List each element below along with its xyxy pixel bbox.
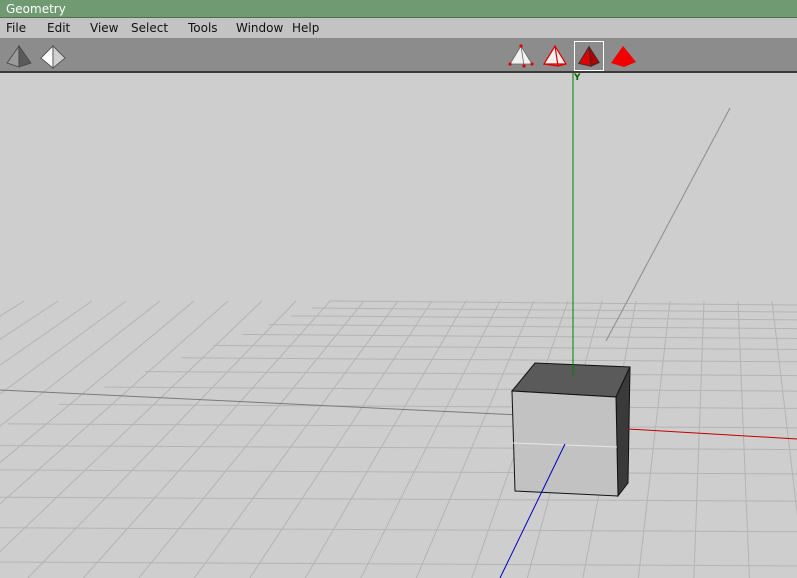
scene-canvas [0, 73, 797, 578]
grid-depth-line [0, 300, 229, 505]
grid-depth-line [0, 300, 59, 340]
grid-row-line [311, 307, 797, 313]
grid-depth-line [637, 300, 671, 578]
toolbar [0, 39, 797, 73]
grid-row-line [329, 300, 797, 306]
grid-row-line [0, 561, 797, 567]
grid-depth-line [249, 300, 433, 578]
window-title-bar: Geometry [0, 0, 797, 18]
menu-help[interactable]: Help [292, 18, 319, 39]
menu-file[interactable]: File [6, 18, 26, 39]
grid-row-line [0, 445, 797, 451]
grid-depth-line [0, 300, 25, 317]
wireframe-pyramid-icon [542, 44, 568, 67]
render-wireframe-button[interactable] [540, 41, 570, 71]
window-title: Geometry [6, 2, 66, 16]
grid-depth-line [82, 300, 331, 578]
grid-row-line [104, 386, 797, 392]
z-axis-far-line [605, 107, 731, 342]
grid-depth-line [138, 300, 365, 578]
grid-depth-line [0, 300, 93, 366]
grid-row-line [144, 371, 797, 377]
grid-depth-line [737, 300, 750, 578]
shaded-pyramid-button[interactable] [4, 41, 34, 71]
vertex-pyramid-icon [508, 44, 534, 68]
grid-row-line [291, 315, 797, 321]
solid-pyramid-icon [611, 46, 636, 67]
menu-window[interactable]: Window [236, 18, 283, 39]
menu-select[interactable]: Select [131, 18, 168, 39]
grid-row-line [8, 423, 797, 429]
menu-bar: File Edit View Select Tools Window Help [0, 18, 797, 39]
render-vertices-button[interactable] [506, 41, 536, 71]
grid-depth-line [360, 300, 501, 578]
render-solid-button[interactable] [608, 41, 638, 71]
grid-depth-line [0, 300, 161, 427]
grid-row-line [58, 403, 797, 409]
grid-row-line [0, 527, 797, 533]
light-pyramid-icon [40, 45, 66, 69]
grid-depth-line [27, 300, 297, 578]
grid-row-line [268, 324, 797, 330]
grid-row-line [181, 357, 797, 363]
grid-depth-line [771, 300, 797, 516]
grid-depth-line [0, 300, 195, 464]
3d-viewport[interactable]: Y [0, 73, 797, 578]
menu-view[interactable]: View [90, 18, 118, 39]
grid-row-line [213, 344, 797, 350]
y-axis-label: Y [574, 73, 581, 83]
menu-edit[interactable]: Edit [47, 18, 70, 39]
shaded-pyramid-icon [6, 44, 32, 68]
light-pyramid-button[interactable] [38, 41, 68, 71]
grid-row-line [0, 496, 797, 502]
grid-depth-line [304, 300, 467, 578]
grid-depth-line [0, 300, 263, 553]
grid-row-line [0, 469, 797, 475]
grid-depth-line [693, 300, 705, 578]
ground-grid [0, 300, 797, 578]
cube[interactable] [510, 362, 631, 498]
grid-depth-line [193, 300, 399, 578]
edge-shaded-pyramid-icon [577, 45, 600, 67]
menu-tools[interactable]: Tools [188, 18, 218, 39]
x-axis-line [627, 428, 797, 440]
render-shaded-edges-button[interactable] [574, 41, 604, 71]
x-axis-negative-line [0, 389, 521, 416]
